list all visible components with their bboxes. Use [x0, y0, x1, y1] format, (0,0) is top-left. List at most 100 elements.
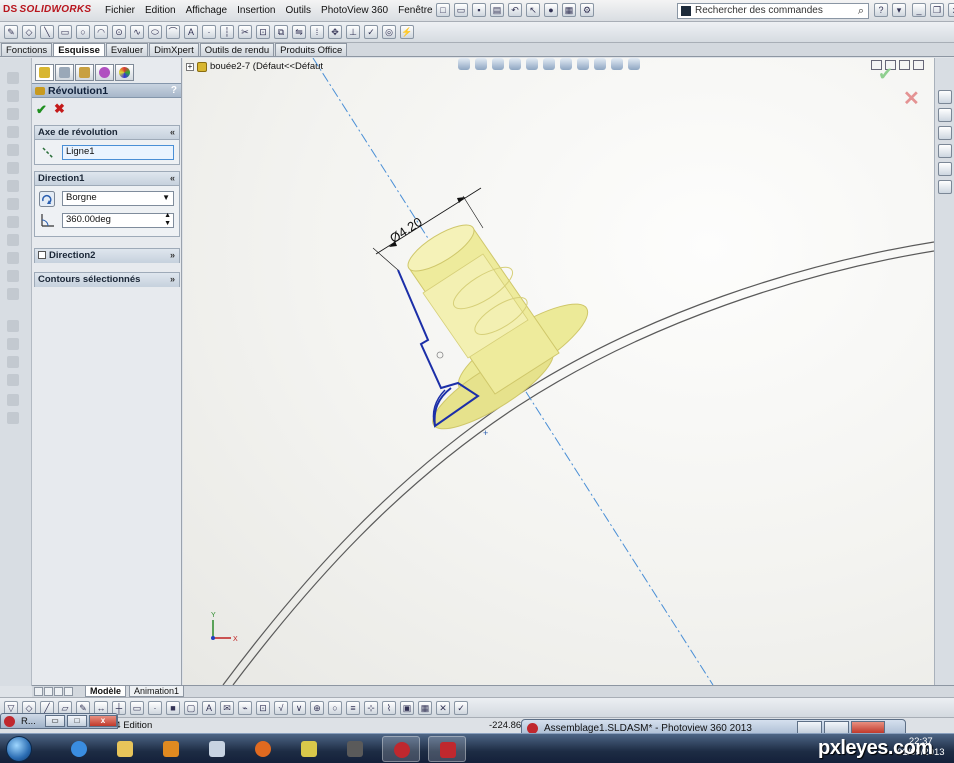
loft-icon[interactable]: [7, 126, 19, 138]
taskbar-app-7[interactable]: [336, 736, 374, 762]
filter-balloon-icon[interactable]: ○: [328, 701, 342, 715]
tab-esquisse[interactable]: Esquisse: [53, 43, 105, 56]
dropdown-icon[interactable]: ▾: [892, 3, 906, 17]
convert-icon[interactable]: ⊡: [256, 25, 270, 39]
filter-planes-icon[interactable]: ▭: [130, 701, 144, 715]
menu-insertion[interactable]: Insertion: [232, 0, 280, 22]
axis-selection-field[interactable]: Ligne1: [62, 145, 174, 160]
sketch-icon[interactable]: ✎: [4, 25, 18, 39]
filter-solid-icon[interactable]: ■: [166, 701, 180, 715]
zoom-to-fit-icon[interactable]: [458, 58, 470, 70]
move-icon[interactable]: ✥: [328, 25, 342, 39]
search-commands-input[interactable]: Rechercher des commandes ⌕: [677, 3, 869, 19]
shell-icon[interactable]: [7, 320, 19, 332]
new-document-icon[interactable]: □: [436, 3, 450, 17]
fillet-icon[interactable]: ⌒: [166, 25, 180, 39]
diameter-dimension[interactable]: Ø4.20: [387, 214, 425, 246]
wrap-icon[interactable]: [7, 338, 19, 350]
rectangle-icon[interactable]: ▭: [58, 25, 72, 39]
appearances-icon[interactable]: [938, 162, 952, 176]
filter-notes-icon[interactable]: ✉: [220, 701, 234, 715]
reference-geometry-icon[interactable]: [7, 394, 19, 406]
maximize-icon[interactable]: □: [67, 715, 87, 727]
spin-arrows-icon[interactable]: ▲ ▼: [164, 212, 171, 228]
scene-icon[interactable]: [594, 58, 606, 70]
restore-icon[interactable]: ▭: [45, 715, 65, 727]
draft-icon[interactable]: [7, 288, 19, 300]
confirm-corner-ok-icon[interactable]: ✔: [878, 64, 893, 85]
custom-properties-icon[interactable]: [938, 180, 952, 194]
trim-icon[interactable]: ✂: [238, 25, 252, 39]
print-icon[interactable]: ▤: [490, 3, 504, 17]
property-manager-tab[interactable]: [55, 64, 74, 81]
last-tab-icon[interactable]: [64, 687, 73, 696]
close-icon[interactable]: x: [89, 715, 117, 727]
filter-welds-icon[interactable]: ⌁: [238, 701, 252, 715]
next-tab-icon[interactable]: [54, 687, 63, 696]
linear-pattern-icon[interactable]: ⁞: [310, 25, 324, 39]
filter-clear-icon[interactable]: ✕: [436, 701, 450, 715]
zoom-area-icon[interactable]: [475, 58, 487, 70]
circle-icon[interactable]: ○: [76, 25, 90, 39]
filter-symbols-icon[interactable]: √: [274, 701, 288, 715]
menu-fenetre[interactable]: Fenêtre: [393, 0, 437, 22]
configuration-manager-tab[interactable]: [75, 64, 94, 81]
rebuild-icon[interactable]: ●: [544, 3, 558, 17]
file-properties-icon[interactable]: ▦: [562, 3, 576, 17]
file-explorer-icon[interactable]: [938, 126, 952, 140]
contours-header[interactable]: Contours sélectionnés »: [35, 273, 179, 287]
solidworks-resources-icon[interactable]: [938, 90, 952, 104]
dimxpert-manager-tab[interactable]: [95, 64, 114, 81]
section-view-icon[interactable]: [509, 58, 521, 70]
filter-block-icon[interactable]: ▣: [400, 701, 414, 715]
fillet-feature-icon[interactable]: [7, 234, 19, 246]
previous-view-icon[interactable]: [492, 58, 504, 70]
menu-edition[interactable]: Edition: [140, 0, 181, 22]
filter-points-icon[interactable]: ·: [148, 701, 162, 715]
filter-table-icon[interactable]: ▦: [418, 701, 432, 715]
ellipse-icon[interactable]: ⬭: [148, 25, 162, 39]
filter-datum-icon[interactable]: ⊡: [256, 701, 270, 715]
angle-input[interactable]: 360.00deg ▲ ▼: [62, 212, 174, 228]
select-icon[interactable]: ↖: [526, 3, 540, 17]
view-palette-icon[interactable]: [938, 144, 952, 158]
edit-appearance-icon[interactable]: [577, 58, 589, 70]
mirror-feature-icon[interactable]: [7, 374, 19, 386]
tab-produits-office[interactable]: Produits Office: [275, 43, 348, 56]
tab-outils-de-rendu[interactable]: Outils de rendu: [199, 43, 275, 56]
offset-icon[interactable]: ⧉: [274, 25, 288, 39]
display-style-icon[interactable]: [543, 58, 555, 70]
filter-surface-icon[interactable]: ▢: [184, 701, 198, 715]
cut-sweep-icon[interactable]: [7, 198, 19, 210]
extrude-icon[interactable]: [7, 72, 19, 84]
reverse-direction-icon[interactable]: [39, 191, 55, 207]
spline-icon[interactable]: ∿: [130, 25, 144, 39]
start-button[interactable]: [6, 736, 32, 762]
cut-loft-icon[interactable]: [7, 216, 19, 228]
hide-show-icon[interactable]: [560, 58, 572, 70]
direction2-header[interactable]: Direction2 »: [35, 249, 179, 263]
search-icon[interactable]: ⌕: [858, 4, 864, 18]
undo-icon[interactable]: ↶: [508, 3, 522, 17]
revolve-icon[interactable]: [7, 90, 19, 102]
design-library-icon[interactable]: [938, 108, 952, 122]
direction2-checkbox[interactable]: [38, 251, 46, 259]
rapid-sketch-icon[interactable]: ⚡: [400, 25, 414, 39]
dome-icon[interactable]: [7, 356, 19, 368]
filter-centermark-icon[interactable]: ⊹: [364, 701, 378, 715]
text-icon[interactable]: A: [184, 25, 198, 39]
taskbar-internet-explorer[interactable]: [60, 736, 98, 762]
menu-photoview[interactable]: PhotoView 360: [316, 0, 393, 22]
direction1-header[interactable]: Direction1 «: [35, 172, 179, 186]
taskbar-calculator[interactable]: [198, 736, 236, 762]
close-icon[interactable]: x: [948, 3, 954, 17]
help-icon[interactable]: ?: [874, 3, 888, 17]
smart-dimension-icon[interactable]: ◇: [22, 25, 36, 39]
save-icon[interactable]: ▪: [472, 3, 486, 17]
filter-cosmetic-icon[interactable]: ⌇: [382, 701, 396, 715]
cancel-button[interactable]: ✖: [54, 102, 65, 115]
display-manager-tab[interactable]: [115, 64, 134, 81]
viewport-close-icon[interactable]: [913, 60, 924, 70]
cut-extrude-icon[interactable]: [7, 162, 19, 174]
centerline-icon[interactable]: ┆: [220, 25, 234, 39]
